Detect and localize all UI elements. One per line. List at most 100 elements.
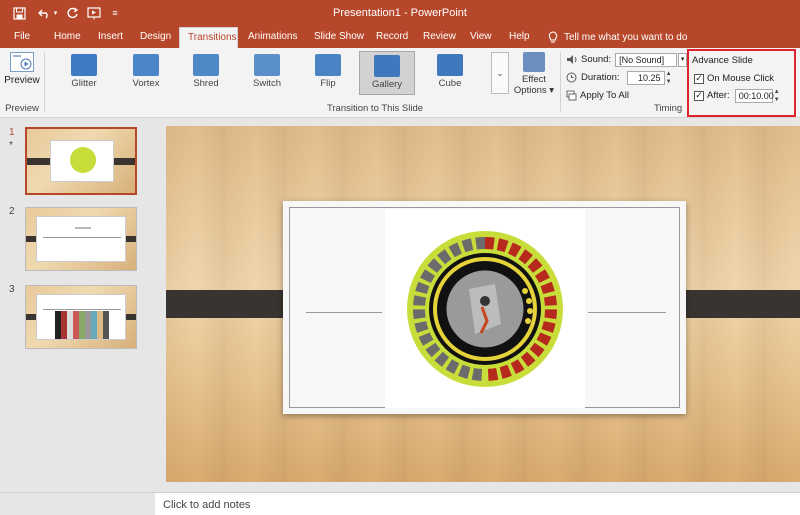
apply-to-all-icon <box>566 90 577 101</box>
transition-gallery: Glitter Vortex Shred Switch Flip Gallery… <box>48 51 488 95</box>
window-title: Presentation1 - PowerPoint <box>333 7 467 19</box>
notes-placeholder: Click to add notes <box>163 499 251 511</box>
transition-label: Gallery <box>371 79 403 90</box>
divider <box>560 52 561 112</box>
duration-label: Duration: <box>581 72 620 83</box>
sound-select[interactable]: [No Sound] <box>615 52 678 67</box>
preview-button[interactable]: Preview <box>4 52 40 98</box>
shred-icon <box>193 54 219 76</box>
tab-file[interactable]: File <box>6 27 38 48</box>
tell-me-text: Tell me what you want to do <box>564 31 688 43</box>
sound-row: Sound: [No Sound] ▾ <box>566 52 688 67</box>
tab-view[interactable]: View <box>462 27 500 48</box>
transition-switch[interactable]: Switch <box>239 51 295 95</box>
slide-editor <box>155 118 800 488</box>
transition-star-icon: * <box>9 140 13 151</box>
transition-label: Flip <box>320 78 336 89</box>
transition-label: Vortex <box>132 78 160 89</box>
slide-thumbnail-3[interactable] <box>25 285 137 349</box>
duration-row: Duration: 10.25 ▲ ▼ <box>566 70 674 85</box>
tell-me-box[interactable]: Tell me what you want to do <box>548 27 687 48</box>
effect-options-label-2: Options ▾ <box>513 85 555 96</box>
advance-slide-title: Advance Slide <box>692 55 753 66</box>
transition-glitter[interactable]: Glitter <box>56 51 112 95</box>
cube-icon <box>437 54 463 76</box>
card-frame <box>289 207 680 408</box>
current-slide[interactable] <box>166 126 800 482</box>
dark-band-right <box>671 290 800 318</box>
transitions-group-label: Transition to This Slide <box>326 103 424 114</box>
tab-home[interactable]: Home <box>46 27 89 48</box>
divider <box>44 52 45 112</box>
on-mouse-click-label: On Mouse Click <box>707 73 775 84</box>
slide-thumbnail-1[interactable] <box>25 127 137 195</box>
gallery-icon <box>374 55 400 77</box>
slide-card <box>283 201 686 414</box>
thumb-title <box>75 227 91 229</box>
on-mouse-click-checkbox[interactable]: ✓ <box>694 73 704 84</box>
advance-slide-group: Advance Slide ✓ On Mouse Click ✓ After: … <box>687 49 796 117</box>
apply-to-all-button[interactable]: Apply To All <box>566 88 629 103</box>
more-icon: ⌄ <box>496 67 504 78</box>
thumb-card <box>36 216 126 262</box>
notes-left-spacer <box>0 492 155 515</box>
on-mouse-click-row: ✓ On Mouse Click <box>694 71 774 86</box>
tab-design[interactable]: Design <box>132 27 179 48</box>
transition-gallery-selected[interactable]: Gallery <box>359 51 415 95</box>
duration-input[interactable]: 10.25 <box>626 70 665 85</box>
timing-group: Sound: [No Sound] ▾ Duration: 10.25 ▲ ▼ A… <box>566 52 688 104</box>
transition-label: Switch <box>253 78 281 89</box>
vortex-icon <box>133 54 159 76</box>
thumb-logo <box>70 147 96 173</box>
effect-options-label-1: Effect <box>521 74 547 85</box>
after-time-input[interactable]: 00:10.00 <box>734 88 774 103</box>
thumb-card <box>50 140 114 182</box>
slide-number: 2 <box>9 206 15 217</box>
transition-cube[interactable]: Cube <box>422 51 478 95</box>
card-center <box>385 209 585 408</box>
thumb-line <box>43 237 121 238</box>
sound-dropdown-icon[interactable]: ▾ <box>678 52 688 67</box>
switch-icon <box>254 54 280 76</box>
card-rule-right <box>588 312 666 313</box>
slide-thumbnails-pane: 1 * 2 3 <box>0 118 155 515</box>
tab-animations[interactable]: Animations <box>240 27 305 48</box>
glitter-icon <box>71 54 97 76</box>
thumb-card <box>36 294 126 340</box>
speaker-icon <box>567 55 577 64</box>
apply-to-all-label: Apply To All <box>580 90 629 101</box>
gear-logo-image <box>407 231 563 387</box>
slide-number: 3 <box>9 284 15 295</box>
ribbon: Preview Preview Glitter Vortex Shred Swi… <box>0 48 800 118</box>
tab-transitions[interactable]: Transitions <box>179 27 238 48</box>
tab-insert[interactable]: Insert <box>90 27 131 48</box>
tab-help[interactable]: Help <box>501 27 538 48</box>
slide-thumbnail-2[interactable] <box>25 207 137 271</box>
transition-vortex[interactable]: Vortex <box>118 51 174 95</box>
tab-review[interactable]: Review <box>415 27 464 48</box>
preview-icon <box>10 52 34 72</box>
dark-band-left <box>166 290 296 318</box>
sound-label: Sound: <box>581 54 612 65</box>
tab-record[interactable]: Record <box>368 27 416 48</box>
effect-options-icon <box>523 52 545 72</box>
clock-icon <box>566 72 577 83</box>
thumb-image <box>55 311 109 339</box>
duration-spinner[interactable]: ▲ ▼ <box>666 71 674 85</box>
transition-flip[interactable]: Flip <box>300 51 356 95</box>
tab-slide-show[interactable]: Slide Show <box>306 27 372 48</box>
slide-number: 1 <box>9 127 15 138</box>
transition-label: Shred <box>193 78 219 89</box>
after-row: ✓ After: 00:10.00 ▲ ▼ <box>694 88 782 103</box>
after-checkbox[interactable]: ✓ <box>694 90 704 101</box>
lightbulb-icon <box>548 31 558 43</box>
preview-group-label: Preview <box>5 103 39 114</box>
transition-shred[interactable]: Shred <box>178 51 234 95</box>
notes-pane[interactable]: Click to add notes <box>155 492 800 515</box>
transition-label: Cube <box>438 78 462 89</box>
after-time-spinner[interactable]: ▲ ▼ <box>774 89 782 103</box>
transition-label: Glitter <box>71 78 97 89</box>
gallery-more-button[interactable]: ⌄ <box>491 52 509 94</box>
effect-options-button[interactable]: Effect Options ▾ <box>512 52 556 102</box>
card-rule-left <box>306 312 382 313</box>
